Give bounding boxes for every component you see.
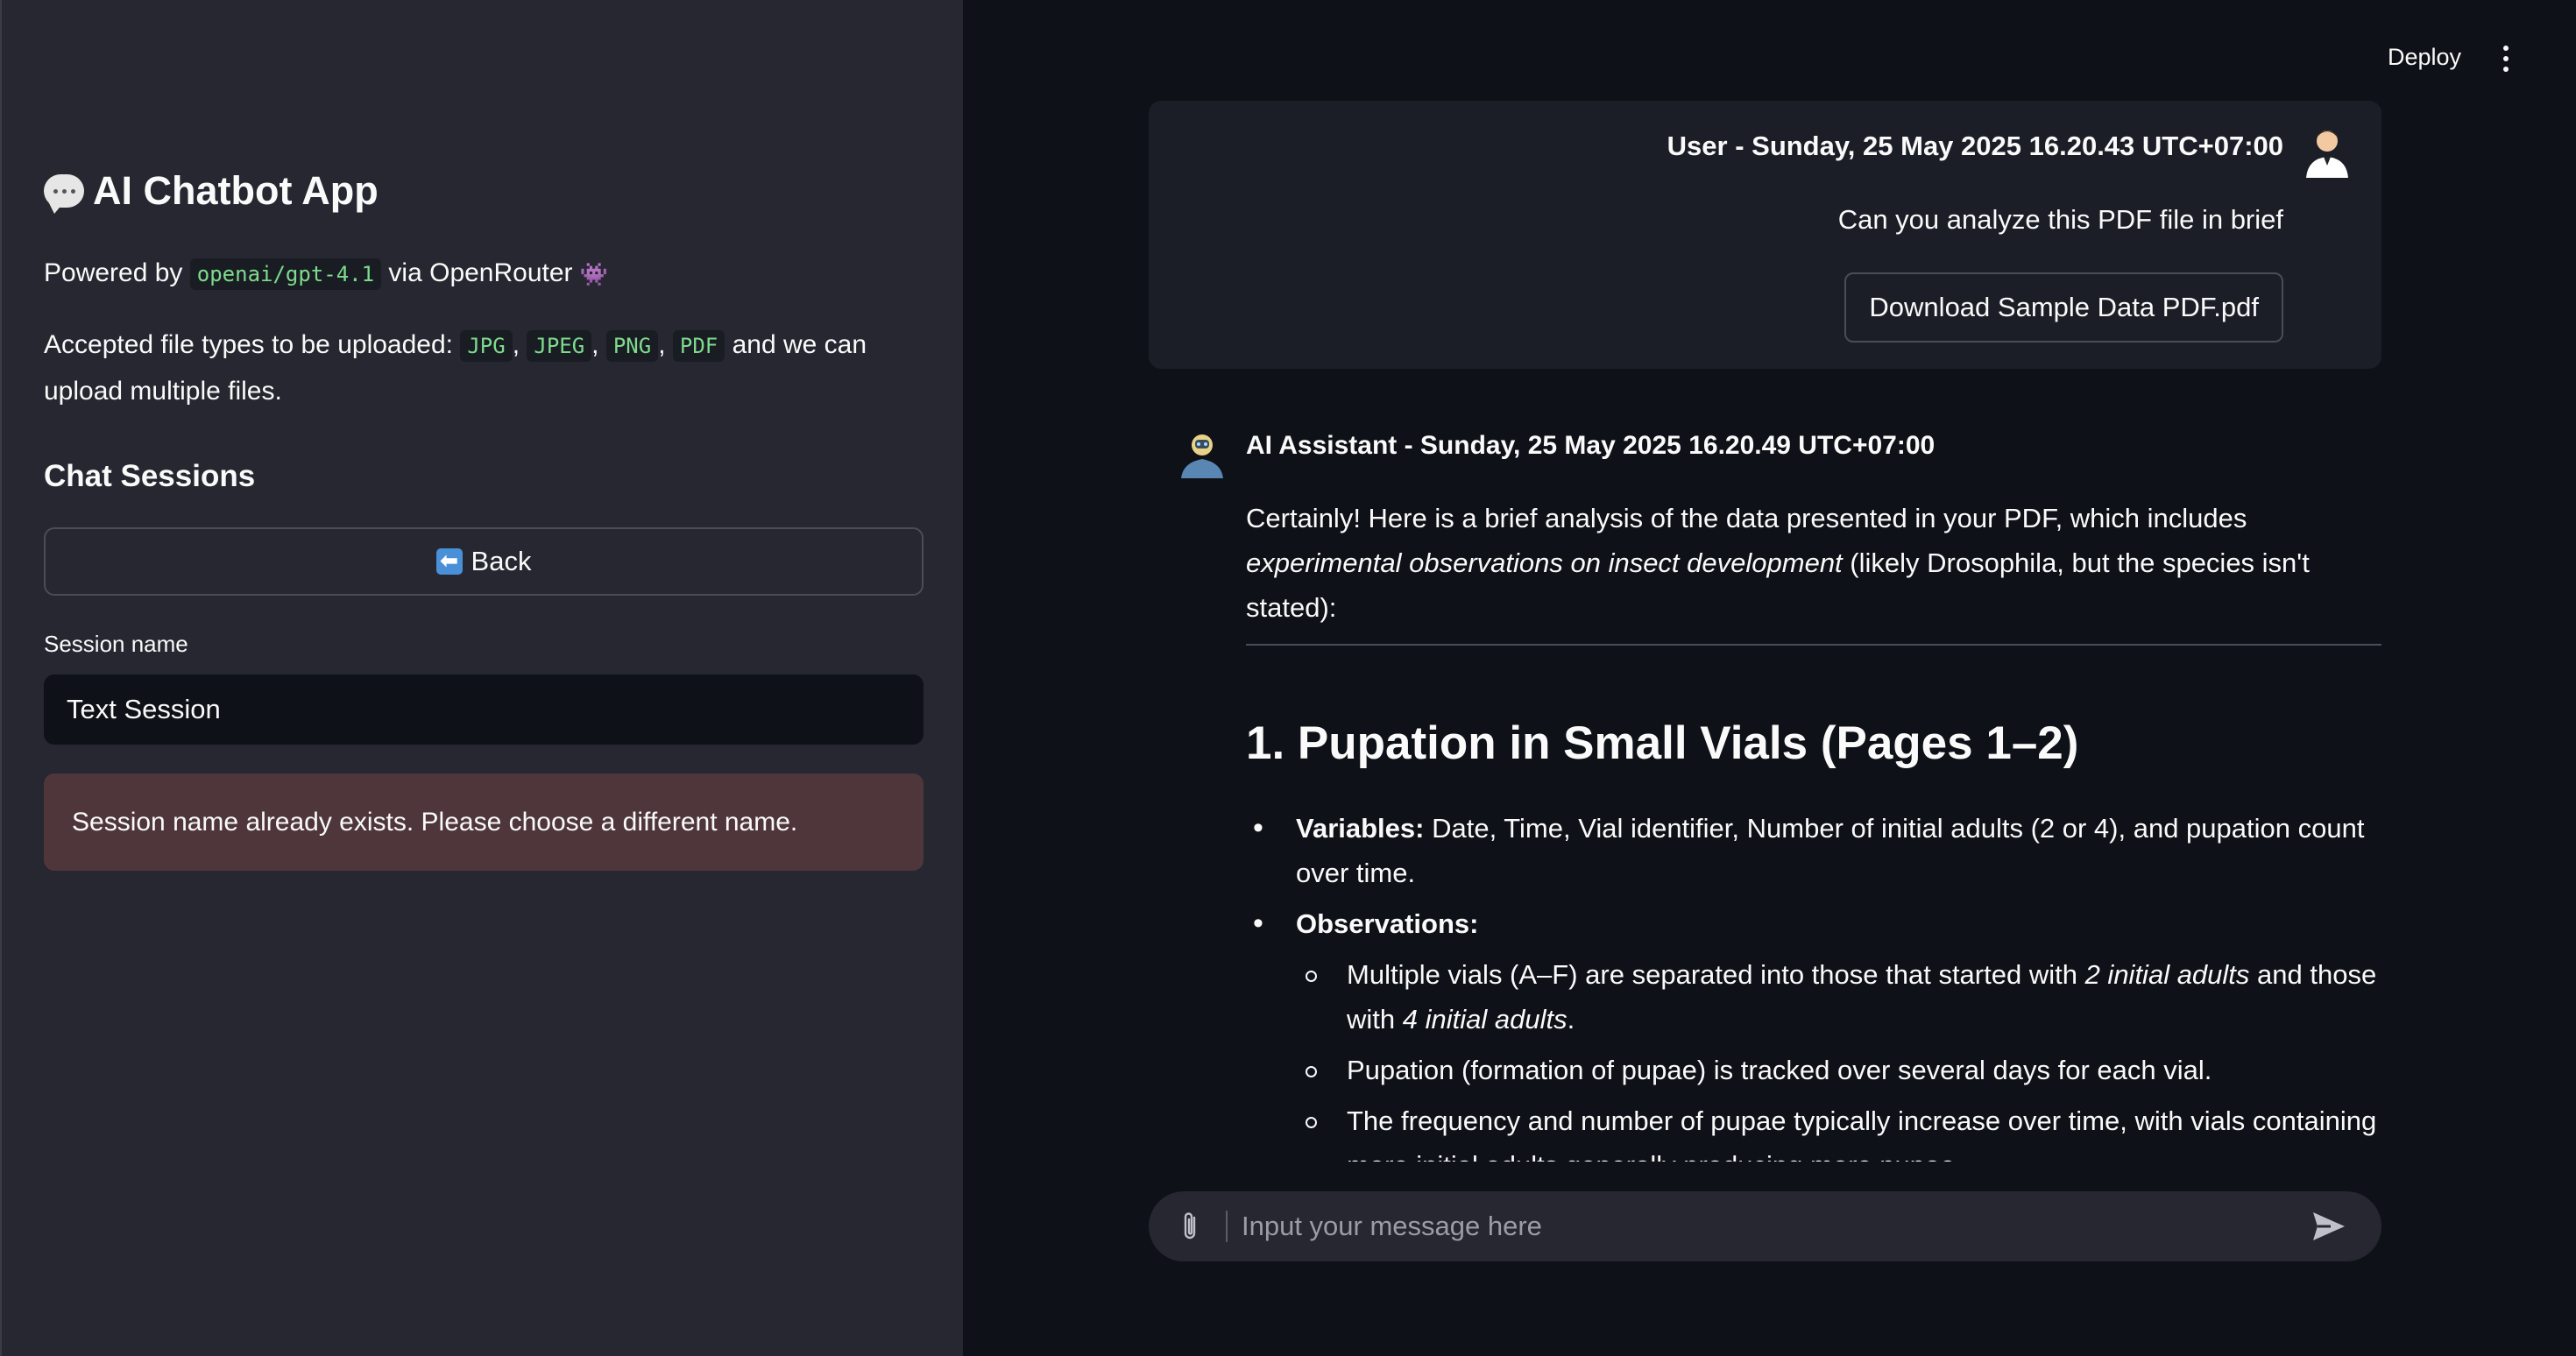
accepted-prefix: Accepted file types to be uploaded:	[44, 330, 453, 359]
section-heading: 1. Pupation in Small Vials (Pages 1–2)	[1246, 717, 2079, 769]
powered-suffix: via OpenRouter	[388, 258, 573, 287]
file-type-jpg: JPG	[460, 330, 513, 362]
observations-label: Observations:	[1296, 908, 1479, 939]
accepted-types-line: Accepted file types to be uploaded: JPG,…	[44, 330, 867, 406]
powered-prefix: Powered by	[44, 258, 183, 287]
download-pdf-button[interactable]: Download Sample Data PDF.pdf	[1844, 272, 2283, 343]
app-title-text: AI Chatbot App	[93, 168, 379, 213]
user-message: User - Sunday, 25 May 2025 16.20.43 UTC+…	[1149, 101, 2381, 369]
error-message: Session name already exists. Please choo…	[72, 807, 798, 837]
variables-label: Variables:	[1296, 813, 1425, 844]
app-title: AI Chatbot App	[44, 168, 379, 214]
model-code: openai/gpt-4.1	[189, 258, 382, 290]
accepted-line2: upload multiple files.	[44, 377, 282, 406]
bullet-list: Variables: Date, Time, Vial identifier, …	[1246, 806, 2381, 1162]
back-arrow-icon: ⬅	[435, 548, 463, 575]
assistant-avatar-icon	[1181, 434, 1223, 478]
user-message-header: User - Sunday, 25 May 2025 16.20.43 UTC+…	[1667, 131, 2283, 161]
variables-text: Date, Time, Vial identifier, Number of i…	[1296, 813, 2365, 888]
intro-part-a: Certainly! Here is a brief analysis of t…	[1246, 503, 2247, 533]
chat-sessions-heading: Chat Sessions	[44, 459, 256, 493]
alien-icon: 👾	[579, 260, 609, 287]
speech-bubble-icon	[44, 174, 84, 214]
vertical-ellipsis-icon[interactable]	[2503, 46, 2510, 72]
file-type-png: PNG	[605, 330, 659, 362]
file-type-pdf: PDF	[672, 330, 725, 362]
input-divider	[1226, 1211, 1228, 1242]
session-name-input[interactable]	[44, 674, 924, 745]
assistant-content-scroll[interactable]: Variables: Date, Time, Vial identifier, …	[1246, 806, 2381, 1162]
list-item: Variables: Date, Time, Vial identifier, …	[1246, 806, 2381, 895]
session-name-label: Session name	[44, 631, 188, 657]
user-message-text: Can you analyze this PDF file in brief	[1837, 204, 2283, 235]
user-avatar-icon	[2306, 131, 2348, 178]
obs1-a: Multiple vials (A–F) are separated into …	[1347, 959, 2085, 990]
message-input[interactable]: Input your message here	[1242, 1191, 1542, 1261]
obs1-em2: 4 initial adults	[1402, 1004, 1568, 1035]
sub-list-item: The frequency and number of pupae typica…	[1246, 1098, 2381, 1162]
sidebar: AI Chatbot App Powered by openai/gpt-4.1…	[0, 0, 963, 1356]
obs1-em1: 2 initial adults	[2084, 959, 2250, 990]
sub-list-item: Multiple vials (A–F) are separated into …	[1246, 952, 2381, 1042]
send-icon[interactable]	[2311, 1211, 2346, 1242]
obs1-c: .	[1567, 1004, 1575, 1035]
accepted-suffix: and we can	[732, 330, 867, 359]
sub-list-item: Pupation (formation of pupae) is tracked…	[1246, 1048, 2381, 1092]
list-item: Observations:	[1246, 901, 2381, 946]
back-button-label: Back	[471, 546, 532, 576]
back-button[interactable]: ⬅ Back	[44, 527, 924, 596]
chat-input-bar: Input your message here	[1149, 1191, 2381, 1261]
error-alert: Session name already exists. Please choo…	[44, 773, 924, 871]
powered-by-line: Powered by openai/gpt-4.1 via OpenRouter…	[44, 251, 608, 297]
assistant-message-header: AI Assistant - Sunday, 25 May 2025 16.20…	[1246, 431, 1936, 460]
assistant-intro: Certainly! Here is a brief analysis of t…	[1246, 496, 2381, 630]
deploy-button[interactable]: Deploy	[2388, 44, 2461, 71]
intro-emphasis: experimental observations on insect deve…	[1246, 547, 1843, 578]
divider-line	[1246, 644, 2381, 646]
paperclip-icon[interactable]	[1180, 1211, 1201, 1242]
file-type-jpeg: JPEG	[527, 330, 592, 362]
